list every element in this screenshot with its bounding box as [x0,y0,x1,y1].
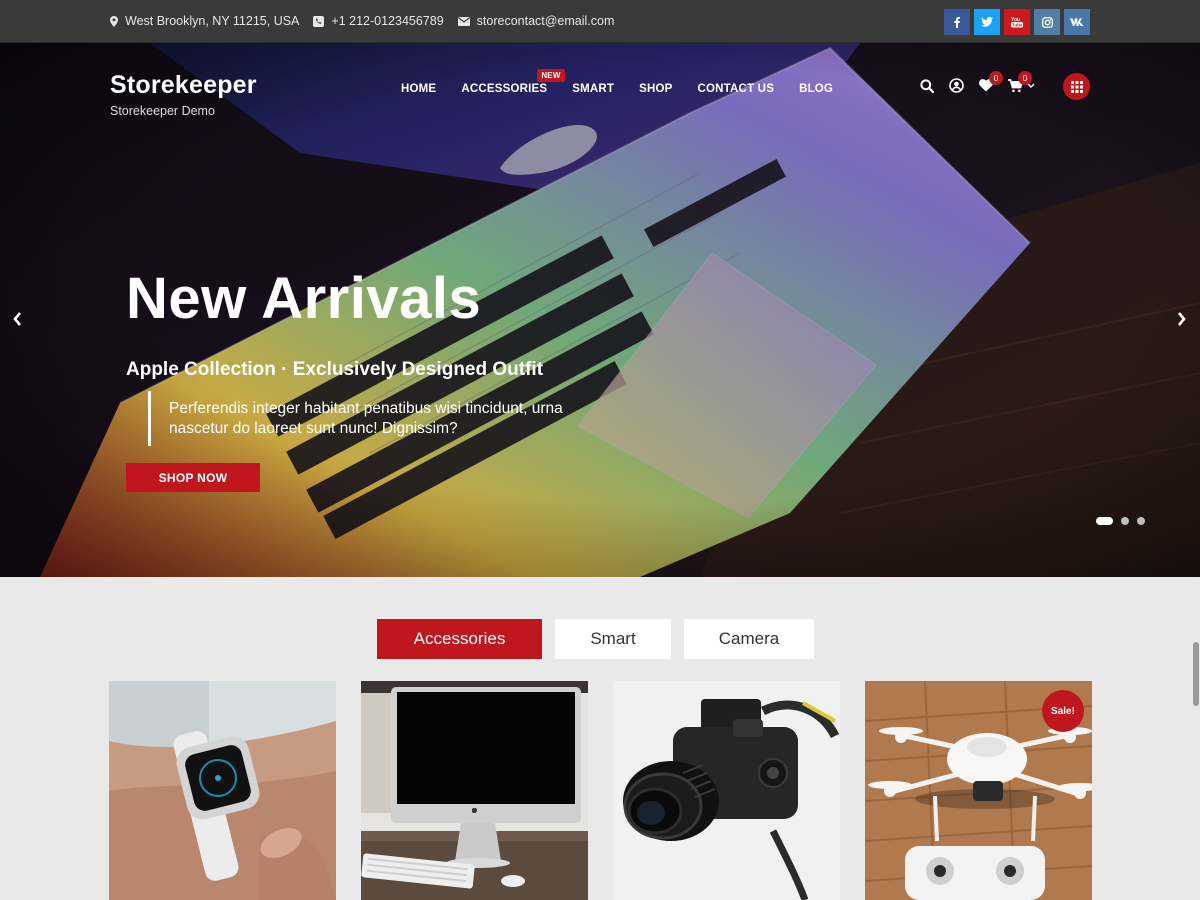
header-icons: 0 0 [920,70,1050,93]
facebook-button[interactable] [944,9,970,35]
svg-text:Tube: Tube [1012,23,1023,28]
product-card[interactable] [109,681,336,900]
search-button[interactable] [920,78,934,93]
chevron-right-icon [1178,312,1186,326]
product-category-tabs: Accessories Smart Camera [377,619,814,659]
slider-next-button[interactable] [1177,311,1187,332]
smartwatch-product-image [109,681,336,900]
email[interactable]: storecontact@email.com [457,14,615,28]
nav-item-blog[interactable]: BLOG [799,83,833,95]
camera-product-image [613,681,840,900]
hero-description-text: Perferendis integer habitant penatibus w… [169,399,563,437]
chevron-left-icon [13,312,21,326]
slider-dot-2[interactable] [1121,517,1129,525]
twitter-icon [981,17,993,27]
envelope-icon [457,16,470,26]
hero-slider: Storekeeper Storekeeper Demo HOME ACCESS… [0,43,1200,577]
hero-subtitle: Apple Collection · Exclusively Designed … [126,359,544,380]
cart-count: 0 [1018,70,1032,85]
nav-item-accessories-label: ACCESSORIES [461,83,548,95]
product-card[interactable] [613,681,840,900]
nav-item-shop[interactable]: SHOP [639,83,672,95]
phone-text: +1 212-0123456789 [331,14,444,28]
shop-now-button[interactable]: SHOP NOW [126,463,260,492]
hero-description: Perferendis integer habitant penatibus w… [148,391,618,446]
facebook-icon [954,16,960,28]
phone[interactable]: +1 212-0123456789 [313,14,444,28]
apps-menu-button[interactable] [1063,73,1090,100]
instagram-button[interactable] [1034,9,1060,35]
top-bar: West Brooklyn, NY 11215, USA +1 212-0123… [0,0,1200,43]
user-icon [949,78,964,93]
new-badge: NEW [537,69,565,82]
tab-accessories[interactable]: Accessories [377,619,542,659]
tab-camera[interactable]: Camera [684,619,814,659]
slider-dot-3[interactable] [1137,517,1145,525]
instagram-icon [1041,16,1053,28]
brand-tagline: Storekeeper Demo [110,104,215,118]
hero-title: New Arrivals [126,266,482,331]
twitter-button[interactable] [974,9,1000,35]
vk-icon [1070,18,1084,26]
address-text: West Brooklyn, NY 11215, USA [125,14,300,28]
slider-pagination [1096,517,1145,525]
imac-product-image [361,681,588,900]
slider-prev-button[interactable] [12,311,22,332]
product-card[interactable] [361,681,588,900]
nav-item-contact-us[interactable]: CONTACT US [698,83,775,95]
wishlist-count: 0 [989,71,1003,85]
email-text: storecontact@email.com [476,14,615,28]
nav-item-smart[interactable]: SMART [572,83,614,95]
youtube-icon: YouTube [1011,17,1023,28]
contact-info: West Brooklyn, NY 11215, USA +1 212-0123… [110,14,628,28]
product-card[interactable]: Sale! [865,681,1092,900]
nav-item-home[interactable]: HOME [401,83,436,95]
search-icon [920,78,934,93]
tab-smart[interactable]: Smart [555,619,671,659]
phone-icon [313,15,325,27]
nav-item-accessories[interactable]: ACCESSORIES NEW [461,69,565,95]
account-button[interactable] [949,78,964,93]
vk-button[interactable] [1064,9,1090,35]
sale-badge: Sale! [1042,690,1084,732]
grid-icon [1070,80,1083,93]
brand-logo[interactable]: Storekeeper Storekeeper Demo [110,71,257,118]
social-links: You Tube [944,9,1090,35]
map-pin-icon [110,15,118,27]
brand-name: Storekeeper [110,71,257,99]
wishlist-button[interactable]: 0 [979,71,1003,92]
page-scrollbar[interactable] [1193,642,1199,706]
address: West Brooklyn, NY 11215, USA [110,14,299,28]
youtube-button[interactable]: You Tube [1004,9,1030,35]
cart-button[interactable]: 0 [1008,70,1035,93]
product-grid: Sale! [109,681,1092,900]
slider-dot-1[interactable] [1096,517,1113,525]
main-navigation: HOME ACCESSORIES NEW SMART SHOP CONTACT … [401,69,858,95]
